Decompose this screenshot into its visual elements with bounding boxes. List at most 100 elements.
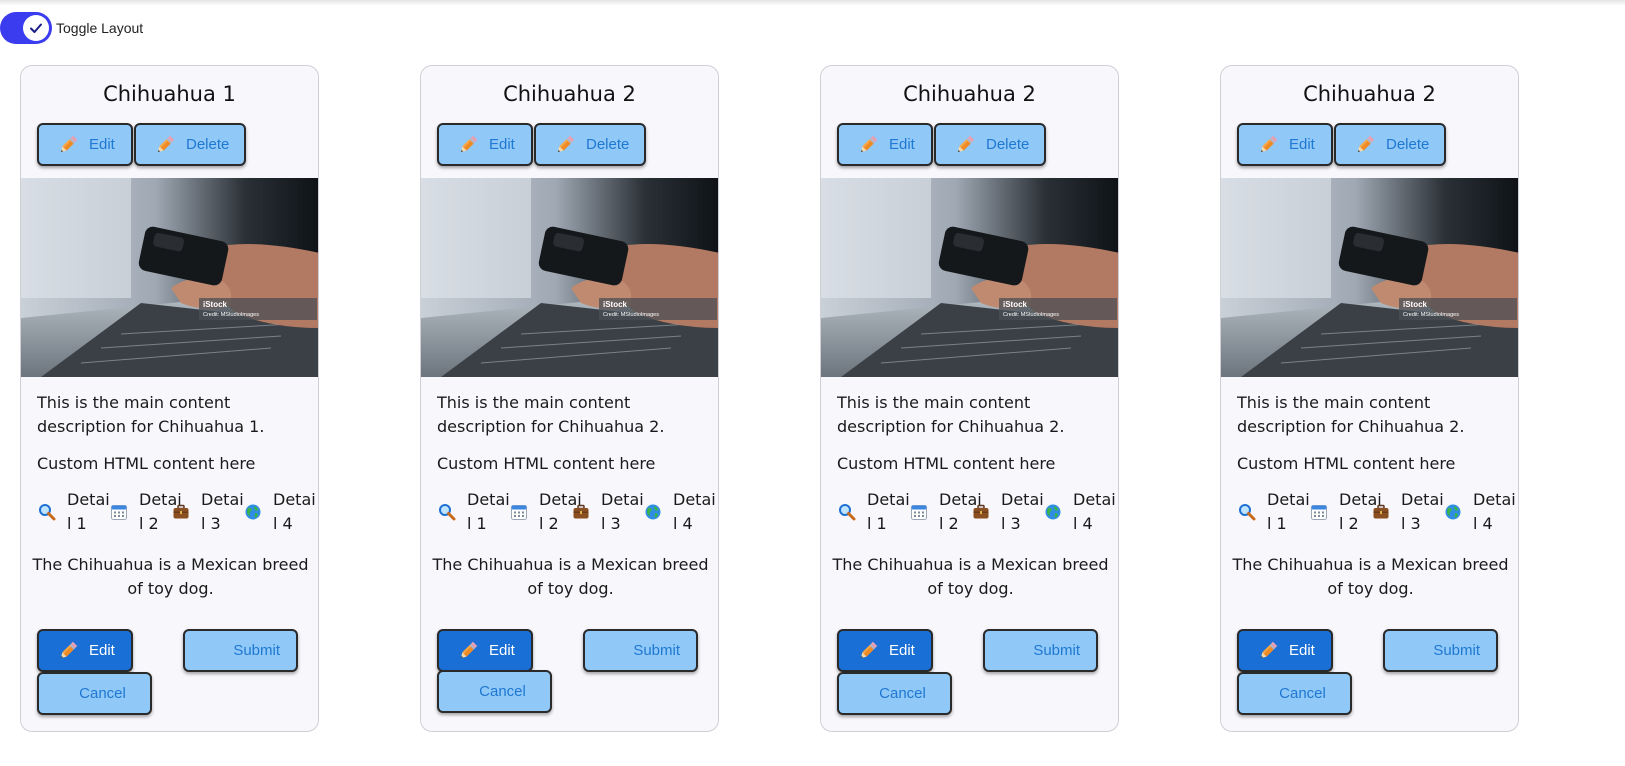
- delete-button[interactable]: Delete: [1334, 123, 1446, 166]
- card-photo: iStock Credit: MStudioImages: [421, 178, 718, 377]
- card-photo: iStock Credit: MStudioImages: [1221, 178, 1518, 377]
- pencil-icon: [57, 134, 79, 156]
- pencil-icon: [1354, 134, 1376, 156]
- briefcase-icon: [571, 502, 591, 522]
- globe-icon: [1043, 502, 1063, 522]
- delete-button-label: Delete: [586, 136, 630, 153]
- detail-item: Detail 3: [1371, 488, 1445, 536]
- breed-blurb: The Chihuahua is a Mexican breed of toy …: [832, 555, 1109, 598]
- detail-label: Detail 1: [67, 490, 110, 533]
- custom-html-content: Custom HTML content here: [437, 454, 656, 473]
- footer-edit-button[interactable]: Edit: [1237, 629, 1333, 672]
- detail-label: Detail 1: [867, 490, 910, 533]
- cancel-button[interactable]: Cancel: [837, 672, 952, 715]
- detail-item: Detail 1: [437, 488, 511, 536]
- delete-button[interactable]: Delete: [934, 123, 1046, 166]
- svg-text:Credit: MStudioImages: Credit: MStudioImages: [1003, 312, 1059, 318]
- edit-button-label: Edit: [889, 136, 915, 153]
- top-shadow: [0, 0, 1625, 6]
- detail-label: Detail 4: [273, 490, 316, 533]
- cancel-button[interactable]: Cancel: [37, 672, 152, 715]
- calendar-icon: [1309, 502, 1329, 522]
- pencil-icon: [457, 134, 479, 156]
- details-row: Detail 1 Detail 2 Detail 3 Detail 4: [1237, 488, 1518, 536]
- detail-label: Detail 3: [1001, 490, 1044, 533]
- edit-button-label: Edit: [89, 136, 115, 153]
- detail-item: Detail 3: [171, 488, 245, 536]
- submit-button[interactable]: Submit: [183, 629, 298, 672]
- cancel-button[interactable]: Cancel: [1237, 672, 1352, 715]
- pencil-icon: [954, 134, 976, 156]
- card-3: Chihuahua 2 Edit Delete iStock Credit: M…: [820, 65, 1119, 732]
- footer-edit-label: Edit: [1289, 642, 1315, 659]
- card-description: This is the main content description for…: [837, 393, 1065, 436]
- svg-text:iStock: iStock: [1403, 300, 1428, 309]
- breed-blurb: The Chihuahua is a Mexican breed of toy …: [1232, 555, 1509, 598]
- cancel-button[interactable]: Cancel: [437, 670, 552, 713]
- card-description: This is the main content description for…: [37, 393, 265, 436]
- calendar-icon: [109, 502, 129, 522]
- svg-text:iStock: iStock: [603, 300, 628, 309]
- edit-button[interactable]: Edit: [837, 123, 933, 166]
- footer-edit-button[interactable]: Edit: [37, 629, 133, 672]
- edit-button[interactable]: Edit: [37, 123, 133, 166]
- calendar-icon: [909, 502, 929, 522]
- toggle-layout-row: Toggle Layout: [0, 12, 143, 44]
- edit-button[interactable]: Edit: [437, 123, 533, 166]
- toggle-layout-switch[interactable]: [0, 12, 52, 44]
- detail-item: Detail 1: [837, 488, 911, 536]
- delete-button[interactable]: Delete: [134, 123, 246, 166]
- detail-label: Detail 3: [201, 490, 244, 533]
- detail-label: Detail 4: [1473, 490, 1516, 533]
- submit-button-label: Submit: [633, 642, 680, 659]
- briefcase-icon: [171, 502, 191, 522]
- card-title: Chihuahua 2: [503, 82, 636, 106]
- detail-label: Detail 1: [1267, 490, 1310, 533]
- custom-html-content: Custom HTML content here: [837, 454, 1056, 473]
- breed-blurb: The Chihuahua is a Mexican breed of toy …: [432, 555, 709, 598]
- globe-icon: [1443, 502, 1463, 522]
- detail-item: Detail 3: [571, 488, 645, 536]
- pencil-icon: [554, 134, 576, 156]
- footer-edit-label: Edit: [89, 642, 115, 659]
- footer-edit-button[interactable]: Edit: [437, 629, 533, 672]
- delete-button-label: Delete: [186, 136, 230, 153]
- detail-label: Detail 3: [1401, 490, 1444, 533]
- pencil-icon: [857, 640, 879, 662]
- toggle-layout-label: Toggle Layout: [56, 20, 144, 36]
- cancel-button-label: Cancel: [1279, 685, 1326, 702]
- footer-edit-button[interactable]: Edit: [837, 629, 933, 672]
- custom-html-content: Custom HTML content here: [37, 454, 256, 473]
- card-photo: iStock Credit: MStudioImages: [21, 178, 318, 377]
- pencil-icon: [1257, 640, 1279, 662]
- submit-button-label: Submit: [1433, 642, 1480, 659]
- card-title: Chihuahua 2: [1303, 82, 1436, 106]
- briefcase-icon: [971, 502, 991, 522]
- custom-html-content: Custom HTML content here: [1237, 454, 1456, 473]
- detail-item: Detail 4: [1043, 488, 1117, 536]
- detail-item: Detail 3: [971, 488, 1045, 536]
- pencil-icon: [1257, 134, 1279, 156]
- submit-button[interactable]: Submit: [983, 629, 1098, 672]
- submit-button[interactable]: Submit: [1383, 629, 1498, 672]
- delete-button[interactable]: Delete: [534, 123, 646, 166]
- magnifier-icon: [37, 502, 57, 522]
- card-description: This is the main content description for…: [1237, 393, 1465, 436]
- svg-text:iStock: iStock: [1003, 300, 1028, 309]
- edit-button-label: Edit: [1289, 136, 1315, 153]
- edit-button[interactable]: Edit: [1237, 123, 1333, 166]
- details-row: Detail 1 Detail 2 Detail 3 Detail 4: [837, 488, 1118, 536]
- detail-label: Detail 4: [1073, 490, 1116, 533]
- submit-button[interactable]: Submit: [583, 629, 698, 672]
- pencil-icon: [457, 640, 479, 662]
- cancel-button-label: Cancel: [479, 683, 526, 700]
- card-title: Chihuahua 1: [103, 82, 236, 106]
- delete-button-label: Delete: [986, 136, 1030, 153]
- detail-item: Detail 4: [1443, 488, 1517, 536]
- card-photo: iStock Credit: MStudioImages: [821, 178, 1118, 377]
- card-2: Chihuahua 2 Edit Delete iStock Credit: M…: [420, 65, 719, 732]
- breed-blurb: The Chihuahua is a Mexican breed of toy …: [32, 555, 309, 598]
- pencil-icon: [154, 134, 176, 156]
- details-row: Detail 1 Detail 2 Detail 3 Detail 4: [37, 488, 318, 536]
- check-icon: [30, 23, 42, 33]
